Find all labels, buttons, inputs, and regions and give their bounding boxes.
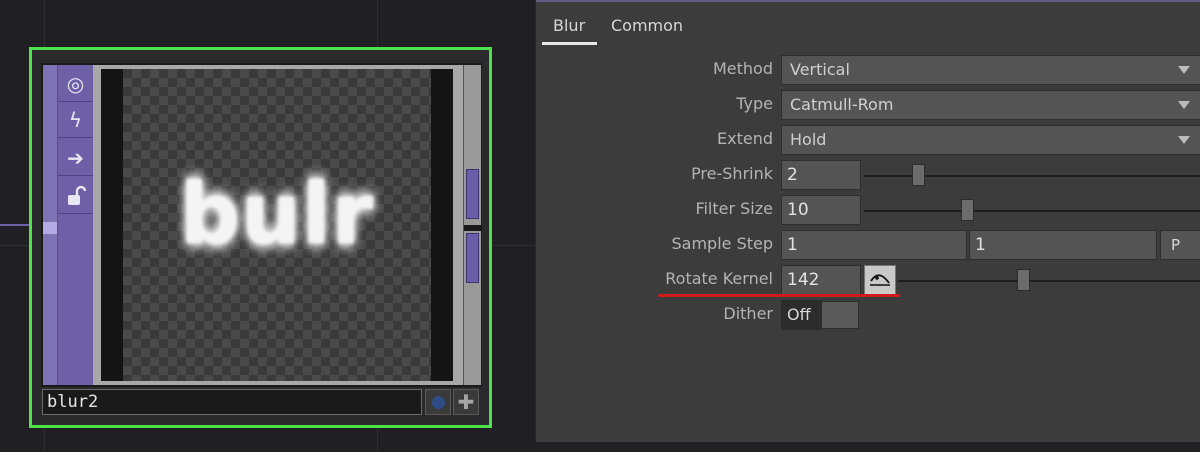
rotate-kernel-field[interactable]: 142: [781, 265, 861, 295]
node-viewer[interactable]: bulr: [101, 69, 453, 381]
bypass-lightning-icon[interactable]: ϟ: [58, 103, 93, 138]
dropdown-arrow-icon: [1178, 101, 1190, 109]
param-label: Sample Step: [671, 234, 773, 253]
param-filter-size: Filter Size 10: [536, 195, 1200, 225]
scroll-handle-lower[interactable]: [466, 233, 479, 283]
node-body: ◎ ϟ ➔ bulr: [41, 63, 482, 387]
pre-shrink-field[interactable]: 2: [781, 160, 861, 190]
param-label: Pre-Shrink: [691, 164, 773, 183]
preview-text: bulr: [179, 165, 375, 263]
type-menu[interactable]: Catmull-Rom: [781, 90, 1200, 120]
parameter-tabs: Blur Common: [536, 8, 1200, 46]
dither-toggle[interactable]: [821, 301, 859, 329]
parameter-panel: Blur Common Method Vertical Type Catmull…: [535, 0, 1200, 442]
transparency-checkerboard: bulr: [123, 69, 431, 381]
rotate-kernel-expression-button[interactable]: [864, 265, 896, 295]
blur-node[interactable]: ◎ ϟ ➔ bulr blur2 ✚: [29, 47, 492, 428]
param-sample-step: Sample Step 1 1 P: [536, 230, 1200, 260]
scroll-divider: [464, 225, 481, 231]
node-viewer-toggle[interactable]: [425, 389, 451, 415]
param-label: Method: [712, 59, 773, 78]
rotate-kernel-slider[interactable]: [898, 280, 1200, 282]
param-label: Filter Size: [695, 199, 773, 218]
pre-shrink-slider-handle[interactable]: [912, 164, 925, 186]
param-label: Type: [736, 94, 773, 113]
display-arrow-icon[interactable]: ➔: [58, 141, 93, 176]
panel-top-border: [536, 0, 1200, 2]
lock-icon[interactable]: [58, 179, 93, 214]
sample-step-y-field[interactable]: 1: [969, 230, 1157, 260]
extend-value: Hold: [790, 130, 827, 149]
param-dither: Dither Off: [536, 300, 1200, 330]
param-pre-shrink: Pre-Shrink 2: [536, 160, 1200, 190]
sample-step-p-button[interactable]: P: [1160, 230, 1200, 260]
curve-icon: [870, 274, 890, 286]
dither-toggle-label[interactable]: Off: [781, 300, 821, 330]
param-type: Type Catmull-Rom: [536, 90, 1200, 120]
filter-size-field[interactable]: 10: [781, 195, 861, 225]
node-input-connector[interactable]: [43, 222, 57, 234]
node-scrollbar[interactable]: [463, 65, 481, 385]
scroll-handle-upper[interactable]: [466, 169, 479, 219]
node-name-field[interactable]: blur2: [42, 389, 422, 415]
viewer-target-icon[interactable]: ◎: [58, 67, 93, 102]
sample-step-x-field[interactable]: 1: [781, 230, 967, 260]
method-value: Vertical: [790, 60, 850, 79]
type-value: Catmull-Rom: [790, 95, 894, 114]
extend-menu[interactable]: Hold: [781, 125, 1200, 155]
rotate-kernel-slider-handle[interactable]: [1017, 269, 1030, 291]
dropdown-arrow-icon: [1178, 66, 1190, 74]
param-label: Extend: [717, 129, 773, 148]
node-flag-strip: ◎ ϟ ➔: [43, 65, 93, 385]
node-add-button[interactable]: ✚: [453, 389, 479, 415]
param-label: Dither: [723, 304, 773, 323]
filter-size-slider[interactable]: [864, 210, 1200, 212]
filter-size-slider-handle[interactable]: [961, 199, 974, 221]
param-rotate-kernel: Rotate Kernel 142: [536, 265, 1200, 295]
viewer-dot-icon: [431, 395, 445, 409]
param-method: Method Vertical: [536, 55, 1200, 85]
dropdown-arrow-icon: [1178, 136, 1190, 144]
tab-blur[interactable]: Blur: [542, 16, 598, 45]
red-highlight-underline: [658, 294, 900, 297]
lock-icon-svg: [67, 185, 86, 205]
param-extend: Extend Hold: [536, 125, 1200, 155]
param-label: Rotate Kernel: [665, 269, 773, 288]
method-menu[interactable]: Vertical: [781, 55, 1200, 85]
plus-icon: ✚: [457, 390, 475, 414]
tab-common[interactable]: Common: [611, 16, 683, 42]
